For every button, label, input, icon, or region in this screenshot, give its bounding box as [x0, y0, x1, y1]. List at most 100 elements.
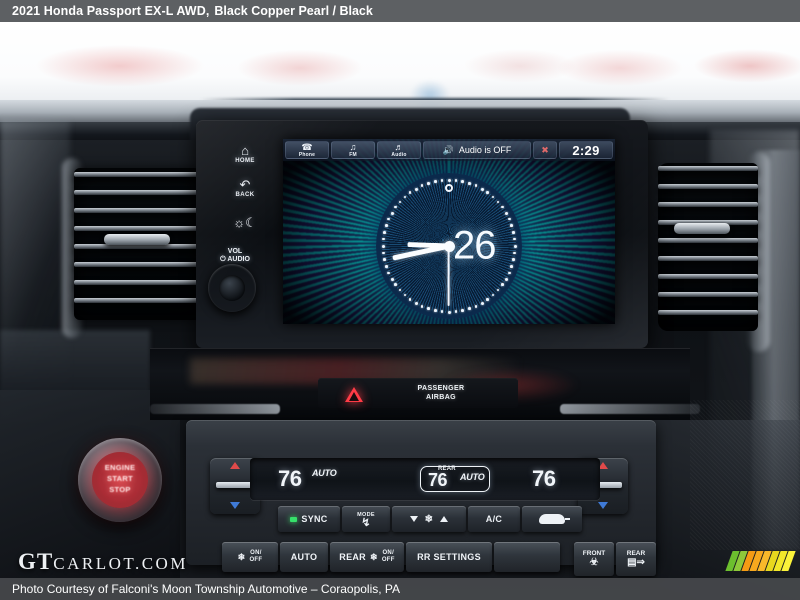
engine-start-stop-button[interactable]: ENGINE START STOP [78, 438, 162, 522]
sync-button[interactable]: SYNC [278, 506, 340, 532]
clock-tick-dot [403, 293, 407, 297]
mode-label-group: MODE ↯ [357, 511, 375, 529]
driver-auto-label: AUTO [312, 468, 337, 478]
clock-tick-dot [382, 237, 385, 241]
vehicle-colors: Black Copper Pearl / Black [214, 4, 373, 18]
volume-label-line2: ⏻ AUDIO [220, 256, 250, 263]
clock-tick-dot [382, 251, 385, 255]
left-vent-adjuster-tab[interactable] [104, 234, 170, 245]
recirculation-car-icon [539, 514, 570, 524]
clock-tick-dot [480, 301, 485, 306]
mode-airflow-icon: ↯ [361, 517, 371, 529]
mute-indicator-button[interactable]: ✖ [533, 141, 557, 159]
clock-tick-dot [504, 277, 509, 282]
fm-radio-shortcut-button[interactable]: ♫ FM [331, 141, 375, 159]
hazard-triangle-icon [345, 387, 363, 402]
status-bar-clock[interactable]: 2:29 [559, 141, 613, 159]
clock-tick-dot [433, 180, 437, 183]
clock-tick-dot [420, 304, 424, 308]
blank-button[interactable] [494, 542, 560, 572]
phone-label: Phone [298, 151, 316, 158]
day-number: 26 [453, 223, 496, 268]
clock-tick-dot [394, 283, 397, 287]
clock-tick-dot [491, 293, 495, 297]
mode-button[interactable]: MODE ↯ [342, 506, 390, 532]
ac-label: A/C [485, 514, 503, 524]
hazard-warning-button[interactable] [343, 384, 365, 404]
ac-button[interactable]: A/C [468, 506, 520, 532]
driver-temp-down-icon[interactable] [230, 502, 240, 509]
volume-audio-knob[interactable] [208, 264, 256, 312]
rear-off-label: OFF [381, 557, 395, 563]
on-off-label-group: ON/ OFF [249, 550, 262, 564]
clock-tick-dot [480, 187, 485, 191]
engine-start-stop-label: ENGINE START STOP [98, 462, 142, 495]
back-arrow-icon: ↶ [239, 177, 251, 192]
fan-on-off-button[interactable]: ❄ ON/ OFF [222, 542, 278, 572]
clock-tick-dot [501, 205, 504, 209]
front-defrost-label: FRONT [582, 550, 606, 557]
right-vent-adjuster-tab[interactable] [674, 223, 730, 234]
clock-tick-dot [507, 271, 511, 275]
vent-slat [74, 172, 204, 177]
rr-settings-button[interactable]: RR SETTINGS [406, 542, 492, 572]
clock-tick-dot [390, 211, 394, 216]
clock-tick-dot [420, 184, 424, 187]
clock-tick-dot [486, 298, 490, 301]
volume-label-line1: VOL [227, 248, 243, 255]
rear-temp-value: 76 [428, 470, 448, 490]
engine-label-line3: STOP [109, 485, 131, 494]
clock-tick-dot [491, 195, 495, 199]
back-button-label: BACK [235, 192, 255, 198]
auto-label: AUTO [290, 552, 318, 562]
second-hand-ring [445, 184, 453, 192]
right-chrome-trim [560, 404, 700, 414]
right-air-vent[interactable] [658, 163, 758, 331]
passenger-temp-down-icon[interactable] [598, 502, 608, 509]
vent-slat [74, 280, 204, 285]
clock-tick-dot [447, 310, 452, 315]
fan-increase-icon[interactable] [440, 516, 449, 522]
phone-shortcut-button[interactable]: ☎ Phone [285, 141, 329, 159]
clock-tick-dot [390, 277, 394, 282]
rear-defrost-label: REAR [626, 550, 646, 557]
driver-temp-up-icon[interactable] [230, 462, 240, 469]
auto-button[interactable]: AUTO [280, 542, 328, 572]
sync-led-icon [290, 516, 298, 522]
fan-speed-button[interactable]: ❄ [392, 506, 466, 532]
clock-tick-dot [381, 244, 386, 249]
driver-temp-rocker-bar[interactable] [216, 482, 254, 488]
clock-tick-dot [510, 224, 514, 227]
clock-tick-dot [403, 195, 407, 199]
fm-label: FM [349, 151, 357, 158]
home-button[interactable]: ⌂ HOME [214, 142, 276, 168]
fan-icon: ❄ [424, 513, 434, 525]
clock-tick-dot [513, 237, 516, 241]
airbag-line1: PASSENGER [417, 385, 465, 392]
fan-decrease-icon[interactable] [409, 516, 418, 522]
vent-slat [658, 310, 758, 315]
music-note-icon: ♬ [394, 141, 404, 152]
left-air-vent[interactable] [74, 168, 204, 320]
vent-slat [658, 166, 758, 171]
home-button-label: HOME [235, 158, 255, 164]
rear-defrost-button[interactable]: REAR ▤⇒ [616, 542, 656, 576]
sync-label: SYNC [301, 514, 328, 524]
clock-tick-dot [474, 304, 478, 308]
infotainment-screen[interactable]: 26 ☎ Phone ♫ FM ♬ Audio 🔊 Audio is OFF ✖… [283, 139, 615, 324]
audio-status-bar[interactable]: 🔊 Audio is OFF [423, 141, 531, 159]
audio-shortcut-button[interactable]: ♬ Audio [377, 141, 421, 159]
clock-tick-dot [510, 265, 514, 268]
airbag-line2: AIRBAG [425, 394, 456, 401]
rear-on-off-label-group: ON/ OFF [382, 550, 395, 564]
day-night-brightness-button[interactable]: ☼☾ [214, 210, 276, 236]
rear-on-off-button[interactable]: REAR ❄ ON/ OFF [330, 542, 404, 572]
front-defrost-button[interactable]: FRONT ☣ [574, 542, 614, 576]
back-button[interactable]: ↶ BACK [214, 176, 276, 202]
vent-slat [74, 262, 204, 267]
clock-tick-dot [383, 230, 386, 234]
clock-tick-dot [474, 184, 478, 187]
clock-tick-dot [398, 200, 402, 204]
button-row-spacer [562, 542, 572, 576]
recirculation-button[interactable] [522, 506, 582, 532]
